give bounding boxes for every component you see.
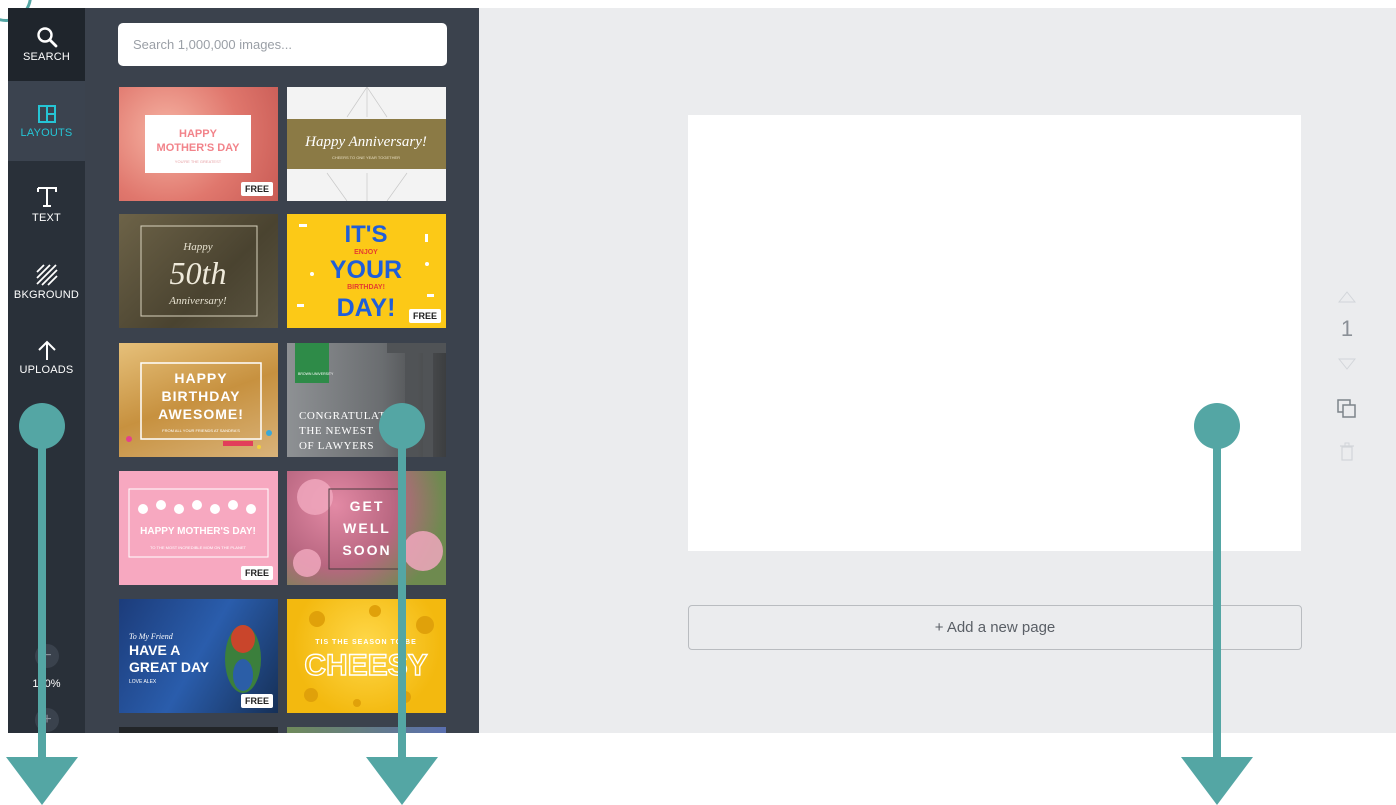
layout-text: SOON [342,542,391,558]
layout-thumbnail[interactable]: Happy Anniversary! CHEERS TO ONE YEAR TO… [287,87,446,201]
layout-text: To My Friend [129,632,174,641]
move-page-down-icon[interactable] [1338,358,1356,370]
layout-thumbnail[interactable]: Happy 50th Anniversary! [119,214,278,328]
layouts-panel: HAPPY MOTHER'S DAY YOU'RE THE GREATEST F… [85,8,479,733]
rail-label-background: BKGROUND [13,289,80,301]
free-badge: FREE [240,182,273,196]
annotation-arrow-shaft [38,425,46,765]
layout-preview: Happy Anniversary! CHEERS TO ONE YEAR TO… [287,87,446,201]
search-icon [36,27,57,48]
layout-preview: Happy 50th Anniversary! [140,225,258,317]
layout-text: WELL [343,520,391,536]
rail-label-layouts: LAYOUTS [20,126,73,139]
layout-text: YOU'RE THE GREATEST [175,159,222,164]
layout-text: AWESOME! [158,406,244,422]
rail-layouts-button[interactable]: LAYOUTS [8,81,85,161]
rail-text-button[interactable]: TEXT [8,168,85,241]
annotation-arrow-head [366,757,438,805]
layout-text: GET [350,498,385,514]
design-page-canvas[interactable] [688,115,1301,551]
screen: SEARCH LAYOUTS TEXT BKGROUND UPLOADS − 1… [0,0,1396,805]
rail-background-button[interactable]: BKGROUND [8,246,85,319]
layout-text: 50th [170,255,227,291]
layout-thumbnail[interactable]: GET WELL SOON [287,471,446,585]
layout-text: BIRTHDAY! [347,284,385,291]
layout-text: ENJOY [354,249,378,256]
layouts-icon [37,104,56,123]
rail-uploads-button[interactable]: UPLOADS [8,321,85,394]
free-badge: FREE [240,694,273,708]
layout-text: DAY! [337,294,396,322]
text-icon [36,187,57,207]
image-search-input[interactable] [118,23,447,66]
layout-text: BIRTHDAY [161,388,240,404]
layout-text: FROM ALL YOUR FRIENDS AT SANDRA'S [162,428,240,433]
layout-text: THE NEWEST [299,425,374,437]
layout-text: Happy [182,241,212,253]
free-badge: FREE [408,309,441,323]
tool-rail: SEARCH LAYOUTS TEXT BKGROUND UPLOADS − 1… [8,8,85,733]
zoom-level: 100% [32,678,61,690]
layout-thumbnail[interactable]: TIS THE SEASON TO BE CHEESY [287,599,446,713]
layout-text: CHEESY [304,649,427,682]
layout-text: Anniversary! [168,295,227,307]
layout-text: Happy Anniversary! [304,134,427,150]
layout-thumbnail[interactable]: To My Friend HAVE A GREAT DAY LOVE ALEX … [119,599,278,713]
background-icon [35,264,58,286]
rail-label-search: SEARCH [22,51,71,63]
layout-preview: TIS THE SEASON TO BE CHEESY [304,605,434,707]
upload-icon [37,340,56,360]
annotation-arrow-head [1181,757,1253,805]
layout-text: HAPPY [174,370,227,386]
layout-text: GREAT DAY [129,659,210,675]
rail-search-button[interactable]: SEARCH [8,8,85,81]
add-new-page-button[interactable]: + Add a new page [688,605,1302,650]
layout-text: HAPPY [179,128,218,140]
page-number: 1 [1340,316,1354,341]
annotation-arrow-shaft [398,425,406,765]
layout-thumbnail[interactable]: IT'S ENJOY YOUR BIRTHDAY! DAY! FREE [287,214,446,328]
layout-thumbnail[interactable]: BROWN UNIVERSITY CONGRATULATIONS THE NEW… [287,343,446,457]
layout-text: MOTHER'S DAY [157,142,241,154]
free-badge: FREE [240,566,273,580]
layout-text: HAVE A [129,642,180,658]
layout-preview: BROWN UNIVERSITY CONGRATULATIONS THE NEW… [295,343,446,457]
move-page-up-icon[interactable] [1338,291,1356,303]
layout-preview: HAPPY BIRTHDAY AWESOME! FROM ALL YOUR FR… [126,362,272,449]
layout-thumbnail[interactable] [119,727,278,733]
layout-text: IT'S [344,221,387,248]
delete-page-icon[interactable] [1339,442,1355,462]
rail-label-text: TEXT [32,212,61,224]
layout-text: HAPPY MOTHER'S DAY! [140,526,256,537]
layout-text: TO THE MOST INCREDIBLE MOM ON THE PLANET [150,545,246,550]
layout-text: CHEERS TO ONE YEAR TOGETHER [332,155,400,160]
layout-thumbnail[interactable] [287,727,446,733]
layout-text: LOVE ALEX [129,679,157,685]
layout-text: BROWN UNIVERSITY [298,372,334,376]
annotation-arrow-shaft [1213,425,1221,765]
duplicate-page-icon[interactable] [1336,398,1358,420]
layout-thumbnail[interactable]: HAPPY MOTHER'S DAY! TO THE MOST INCREDIB… [119,471,278,585]
layout-text: OF LAWYERS [299,440,374,452]
rail-label-uploads: UPLOADS [19,364,74,376]
layout-preview: GET WELL SOON [293,479,443,577]
annotation-arrow-head [6,757,78,805]
layout-thumbnail[interactable]: HAPPY BIRTHDAY AWESOME! FROM ALL YOUR FR… [119,343,278,457]
layout-thumbnail[interactable]: HAPPY MOTHER'S DAY YOU'RE THE GREATEST F… [119,87,278,201]
layout-text: YOUR [330,256,402,284]
